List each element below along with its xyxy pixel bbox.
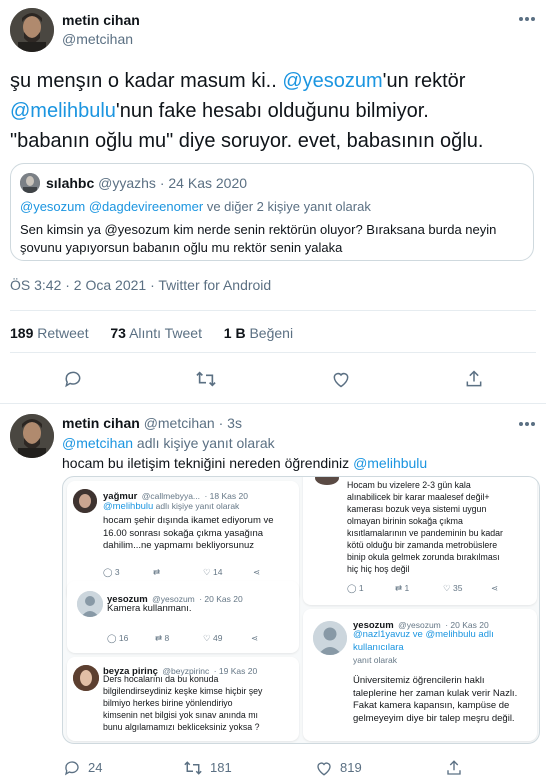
quoted-tweet[interactable]: sılahbc @yyazhs · 24 Kas 2020 @yesozum @…: [10, 163, 534, 261]
quote-date: 24 Kas 2020: [168, 175, 248, 191]
embedded-tweet-yesozum-2: yesozum @yesozum · 20 Kas 20 @nazl1yavuz…: [303, 609, 537, 741]
share-icon[interactable]: [444, 758, 464, 778]
reply-text: hocam bu iletişim tekniğini nereden öğre…: [62, 455, 428, 471]
embedded-tweet-beyza: beyza pirinç @beyzpirinc · 19 Kas 20 Der…: [67, 657, 299, 741]
reply-icon[interactable]: [62, 758, 82, 778]
like-icon[interactable]: [314, 758, 334, 778]
quote-author-handle: @yyazhs: [98, 175, 156, 191]
reply-author-name[interactable]: metin cihan: [62, 415, 140, 431]
like-icon[interactable]: [330, 368, 352, 390]
reply-action-bar: 24 181 819: [62, 758, 540, 778]
tweet-stats: 189 Retweet 73 Alıntı Tweet 1 B Beğeni: [10, 325, 293, 341]
embedded-tweet-yesozum-1: yesozum @yesozum · 20 Kas 20 Kamera kull…: [67, 581, 299, 653]
retweet-count-reply: 181: [210, 760, 232, 775]
mention-link[interactable]: @yesozum: [282, 70, 382, 92]
embedded-avatar: [73, 665, 99, 691]
share-icon[interactable]: [463, 368, 485, 390]
quote-text: Sen kimsin ya @yesozum kim nerde senin r…: [20, 222, 497, 255]
reply-author-avatar[interactable]: [10, 414, 54, 458]
tweet-text: şu menşın o kadar masum ki.. @yesozum'un…: [10, 70, 484, 152]
reply-more-options-icon[interactable]: [516, 417, 538, 431]
more-options-icon[interactable]: [516, 12, 538, 26]
retweet-count[interactable]: 189 Retweet: [10, 325, 89, 341]
quote-reply-mentions: @yesozum @dagdevireenomer: [20, 199, 204, 214]
reply-count: 24: [88, 760, 103, 775]
reply-time[interactable]: · 3s: [219, 415, 242, 431]
author-handle[interactable]: @metcihan: [62, 31, 133, 47]
retweet-icon[interactable]: [195, 368, 217, 390]
replying-to-mention[interactable]: @metcihan: [62, 435, 133, 451]
quote-author-name: sılahbc: [46, 175, 95, 191]
retweet-icon[interactable]: [182, 758, 204, 778]
quote-author-avatar: [20, 173, 40, 193]
author-avatar[interactable]: [10, 8, 54, 52]
quote-count[interactable]: 73 Alıntı Tweet: [110, 325, 202, 341]
like-count-reply: 819: [340, 760, 362, 775]
like-count[interactable]: 1 B Beğeni: [224, 325, 293, 341]
embedded-avatar: [313, 621, 347, 655]
reply-author-handle[interactable]: @metcihan: [144, 415, 215, 431]
embedded-avatar: [73, 489, 97, 513]
embedded-avatar: [315, 477, 339, 485]
tweet-timestamp[interactable]: ÖS 3:42 · 2 Oca 2021 · Twitter for Andro…: [10, 277, 271, 293]
attached-image[interactable]: yağmur @callmebyya... · 18 Kas 20 @melih…: [62, 476, 540, 744]
mention-link[interactable]: @melihbulu: [353, 455, 427, 471]
embedded-tweet-continued: Hocam bu vizelere 2-3 gün kala alınabili…: [303, 477, 537, 605]
mention-link[interactable]: @melihbulu: [10, 100, 116, 122]
embedded-avatar: [77, 591, 103, 617]
reply-icon[interactable]: [62, 368, 84, 390]
author-name[interactable]: metin cihan: [62, 12, 140, 28]
